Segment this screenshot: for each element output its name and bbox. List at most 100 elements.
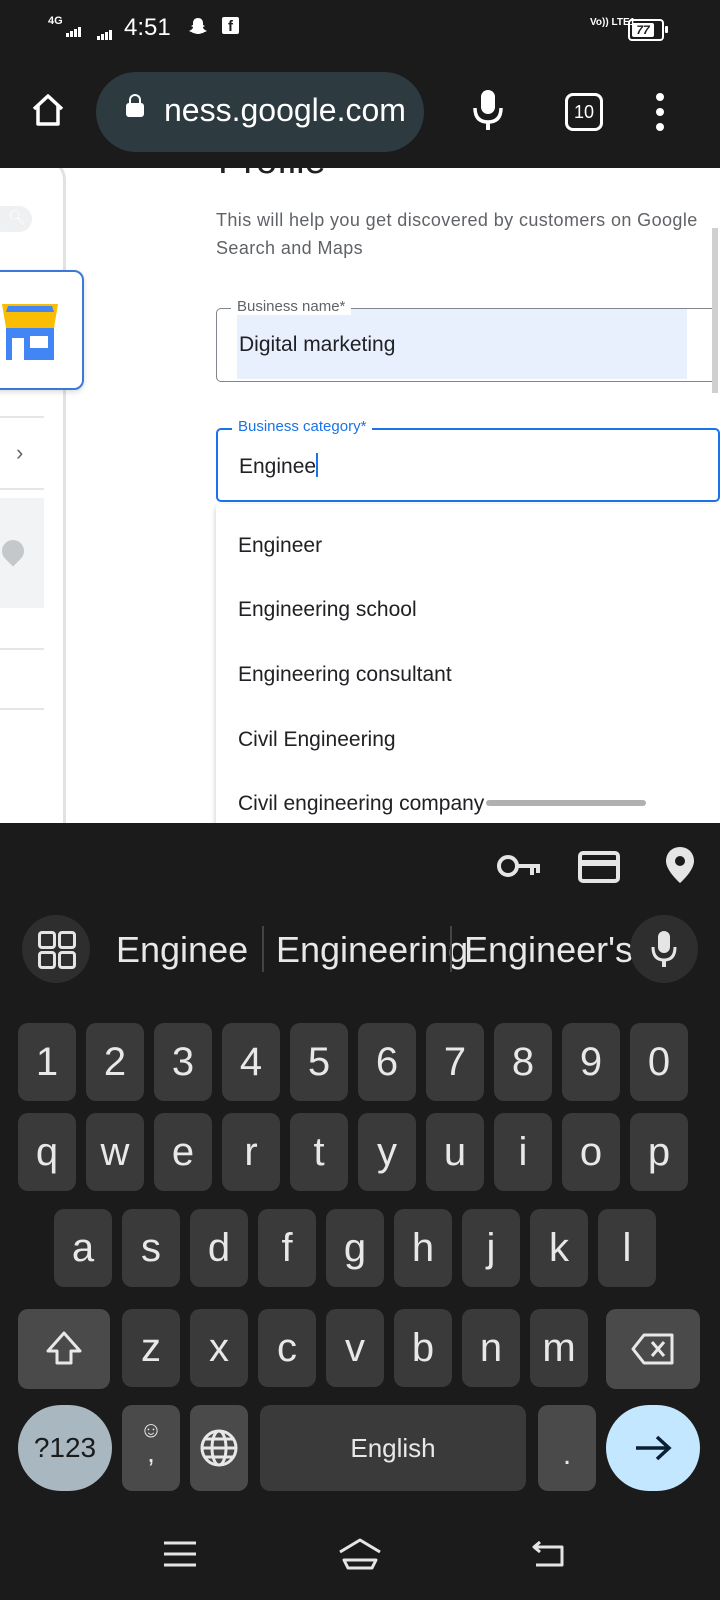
- business-name-value: Digital marketing: [239, 333, 396, 356]
- enter-key[interactable]: [606, 1405, 700, 1491]
- key-2[interactable]: 2: [86, 1023, 144, 1101]
- key-0[interactable]: 0: [630, 1023, 688, 1101]
- key-o[interactable]: o: [562, 1113, 620, 1191]
- payment-card-icon[interactable]: [578, 851, 620, 888]
- microphone-icon: [651, 931, 677, 967]
- password-key-icon[interactable]: [496, 851, 542, 886]
- suggestion-option[interactable]: Civil Engineering: [238, 728, 396, 752]
- key-x[interactable]: x: [190, 1309, 248, 1387]
- preview-search-icon: 🔍︎: [0, 206, 32, 232]
- key-6[interactable]: 6: [358, 1023, 416, 1101]
- arrow-right-icon: [636, 1435, 672, 1461]
- suggestion-chip[interactable]: Enginee: [116, 929, 248, 971]
- shift-key[interactable]: [18, 1309, 110, 1389]
- backspace-key[interactable]: [606, 1309, 700, 1389]
- back-icon[interactable]: [530, 1538, 566, 1573]
- key-r[interactable]: r: [222, 1113, 280, 1191]
- battery-icon: 77: [628, 19, 668, 41]
- page-scrollbar[interactable]: [712, 228, 718, 393]
- key-4[interactable]: 4: [222, 1023, 280, 1101]
- space-key[interactable]: English: [260, 1405, 526, 1491]
- globe-icon: [200, 1429, 238, 1467]
- key-v[interactable]: v: [326, 1309, 384, 1387]
- suggestion-chip[interactable]: Engineer's: [464, 929, 633, 971]
- key-k[interactable]: k: [530, 1209, 588, 1287]
- key-b[interactable]: b: [394, 1309, 452, 1387]
- browser-toolbar: ness.google.com 10: [0, 58, 720, 168]
- facebook-icon: f: [222, 17, 239, 35]
- shift-icon: [46, 1331, 82, 1365]
- home-icon[interactable]: [30, 92, 66, 133]
- key-p[interactable]: p: [630, 1113, 688, 1191]
- key-s[interactable]: s: [122, 1209, 180, 1287]
- emoji-comma-key[interactable]: ☺︎ ,: [122, 1405, 180, 1491]
- key-h[interactable]: h: [394, 1209, 452, 1287]
- backspace-icon: [631, 1333, 674, 1365]
- storefront-icon: [2, 304, 58, 360]
- key-8[interactable]: 8: [494, 1023, 552, 1101]
- key-e[interactable]: e: [154, 1113, 212, 1191]
- suggestion-option[interactable]: Engineering consultant: [238, 663, 452, 687]
- microphone-icon[interactable]: [470, 88, 506, 137]
- key-w[interactable]: w: [86, 1113, 144, 1191]
- key-j[interactable]: j: [462, 1209, 520, 1287]
- key-3[interactable]: 3: [154, 1023, 212, 1101]
- key-a[interactable]: a: [54, 1209, 112, 1287]
- lock-icon: [126, 94, 144, 117]
- address-bar[interactable]: ness.google.com: [96, 72, 424, 152]
- suggestion-option[interactable]: Engineering school: [238, 598, 417, 622]
- suggestion-option[interactable]: Civil engineering company: [238, 792, 484, 816]
- voice-input-button[interactable]: [630, 915, 698, 983]
- key-g[interactable]: g: [326, 1209, 384, 1287]
- location-pin-icon[interactable]: [664, 845, 696, 890]
- apps-grid-icon[interactable]: [22, 915, 90, 983]
- key-t[interactable]: t: [290, 1113, 348, 1191]
- suggestion-option[interactable]: Engineer: [238, 534, 322, 558]
- battery-level: 77: [632, 23, 654, 37]
- business-category-value: Enginee: [239, 453, 319, 478]
- key-f[interactable]: f: [258, 1209, 316, 1287]
- page-title: Profile: [218, 168, 326, 183]
- preview-chevron-icon: ›: [16, 440, 24, 465]
- signal-icon-1: [66, 19, 82, 37]
- suggestion-chip[interactable]: Engineering: [276, 929, 468, 971]
- key-d[interactable]: d: [190, 1209, 248, 1287]
- key-5[interactable]: 5: [290, 1023, 348, 1101]
- business-name-field[interactable]: Business name* Digital marketing: [216, 298, 718, 382]
- key-1[interactable]: 1: [18, 1023, 76, 1101]
- key-q[interactable]: q: [18, 1113, 76, 1191]
- key-i[interactable]: i: [494, 1113, 552, 1191]
- business-category-label: Business category*: [232, 418, 373, 435]
- page-subtitle: This will help you get discovered by cus…: [216, 210, 698, 258]
- snapchat-icon: [188, 16, 208, 42]
- menu-icon[interactable]: [162, 1540, 198, 1573]
- tab-switcher-button[interactable]: 10: [565, 93, 603, 131]
- symbols-key[interactable]: ?123: [18, 1405, 112, 1491]
- status-bar: 4G 4:51 f Vo)) LTE1 77: [0, 0, 720, 58]
- web-content: 🔍︎ › Profile This will help you get disc…: [0, 168, 720, 823]
- key-y[interactable]: y: [358, 1113, 416, 1191]
- category-suggestions-list: Engineer Engineering school Engineering …: [216, 504, 720, 823]
- key-z[interactable]: z: [122, 1309, 180, 1387]
- language-key[interactable]: [190, 1405, 248, 1491]
- key-u[interactable]: u: [426, 1113, 484, 1191]
- dropdown-scrollbar[interactable]: [486, 800, 646, 806]
- more-options-icon[interactable]: [656, 93, 664, 138]
- period-key[interactable]: .: [538, 1405, 596, 1491]
- key-m[interactable]: m: [530, 1309, 588, 1387]
- home-nav-icon[interactable]: [336, 1536, 384, 1575]
- signal-icon-2: [97, 22, 113, 40]
- key-c[interactable]: c: [258, 1309, 316, 1387]
- url-text: ness.google.com: [164, 92, 406, 128]
- key-n[interactable]: n: [462, 1309, 520, 1387]
- business-category-input[interactable]: Business category* Enginee: [216, 418, 720, 502]
- key-9[interactable]: 9: [562, 1023, 620, 1101]
- key-l[interactable]: l: [598, 1209, 656, 1287]
- business-name-label: Business name*: [231, 298, 352, 315]
- key-7[interactable]: 7: [426, 1023, 484, 1101]
- clock: 4:51: [124, 14, 171, 41]
- system-nav-bar: [0, 1510, 720, 1600]
- text-cursor: [316, 453, 319, 477]
- keyboard: Enginee Engineering Engineer's ?123 ☺︎ ,…: [0, 823, 720, 1600]
- preview-phone-frame: [0, 168, 66, 823]
